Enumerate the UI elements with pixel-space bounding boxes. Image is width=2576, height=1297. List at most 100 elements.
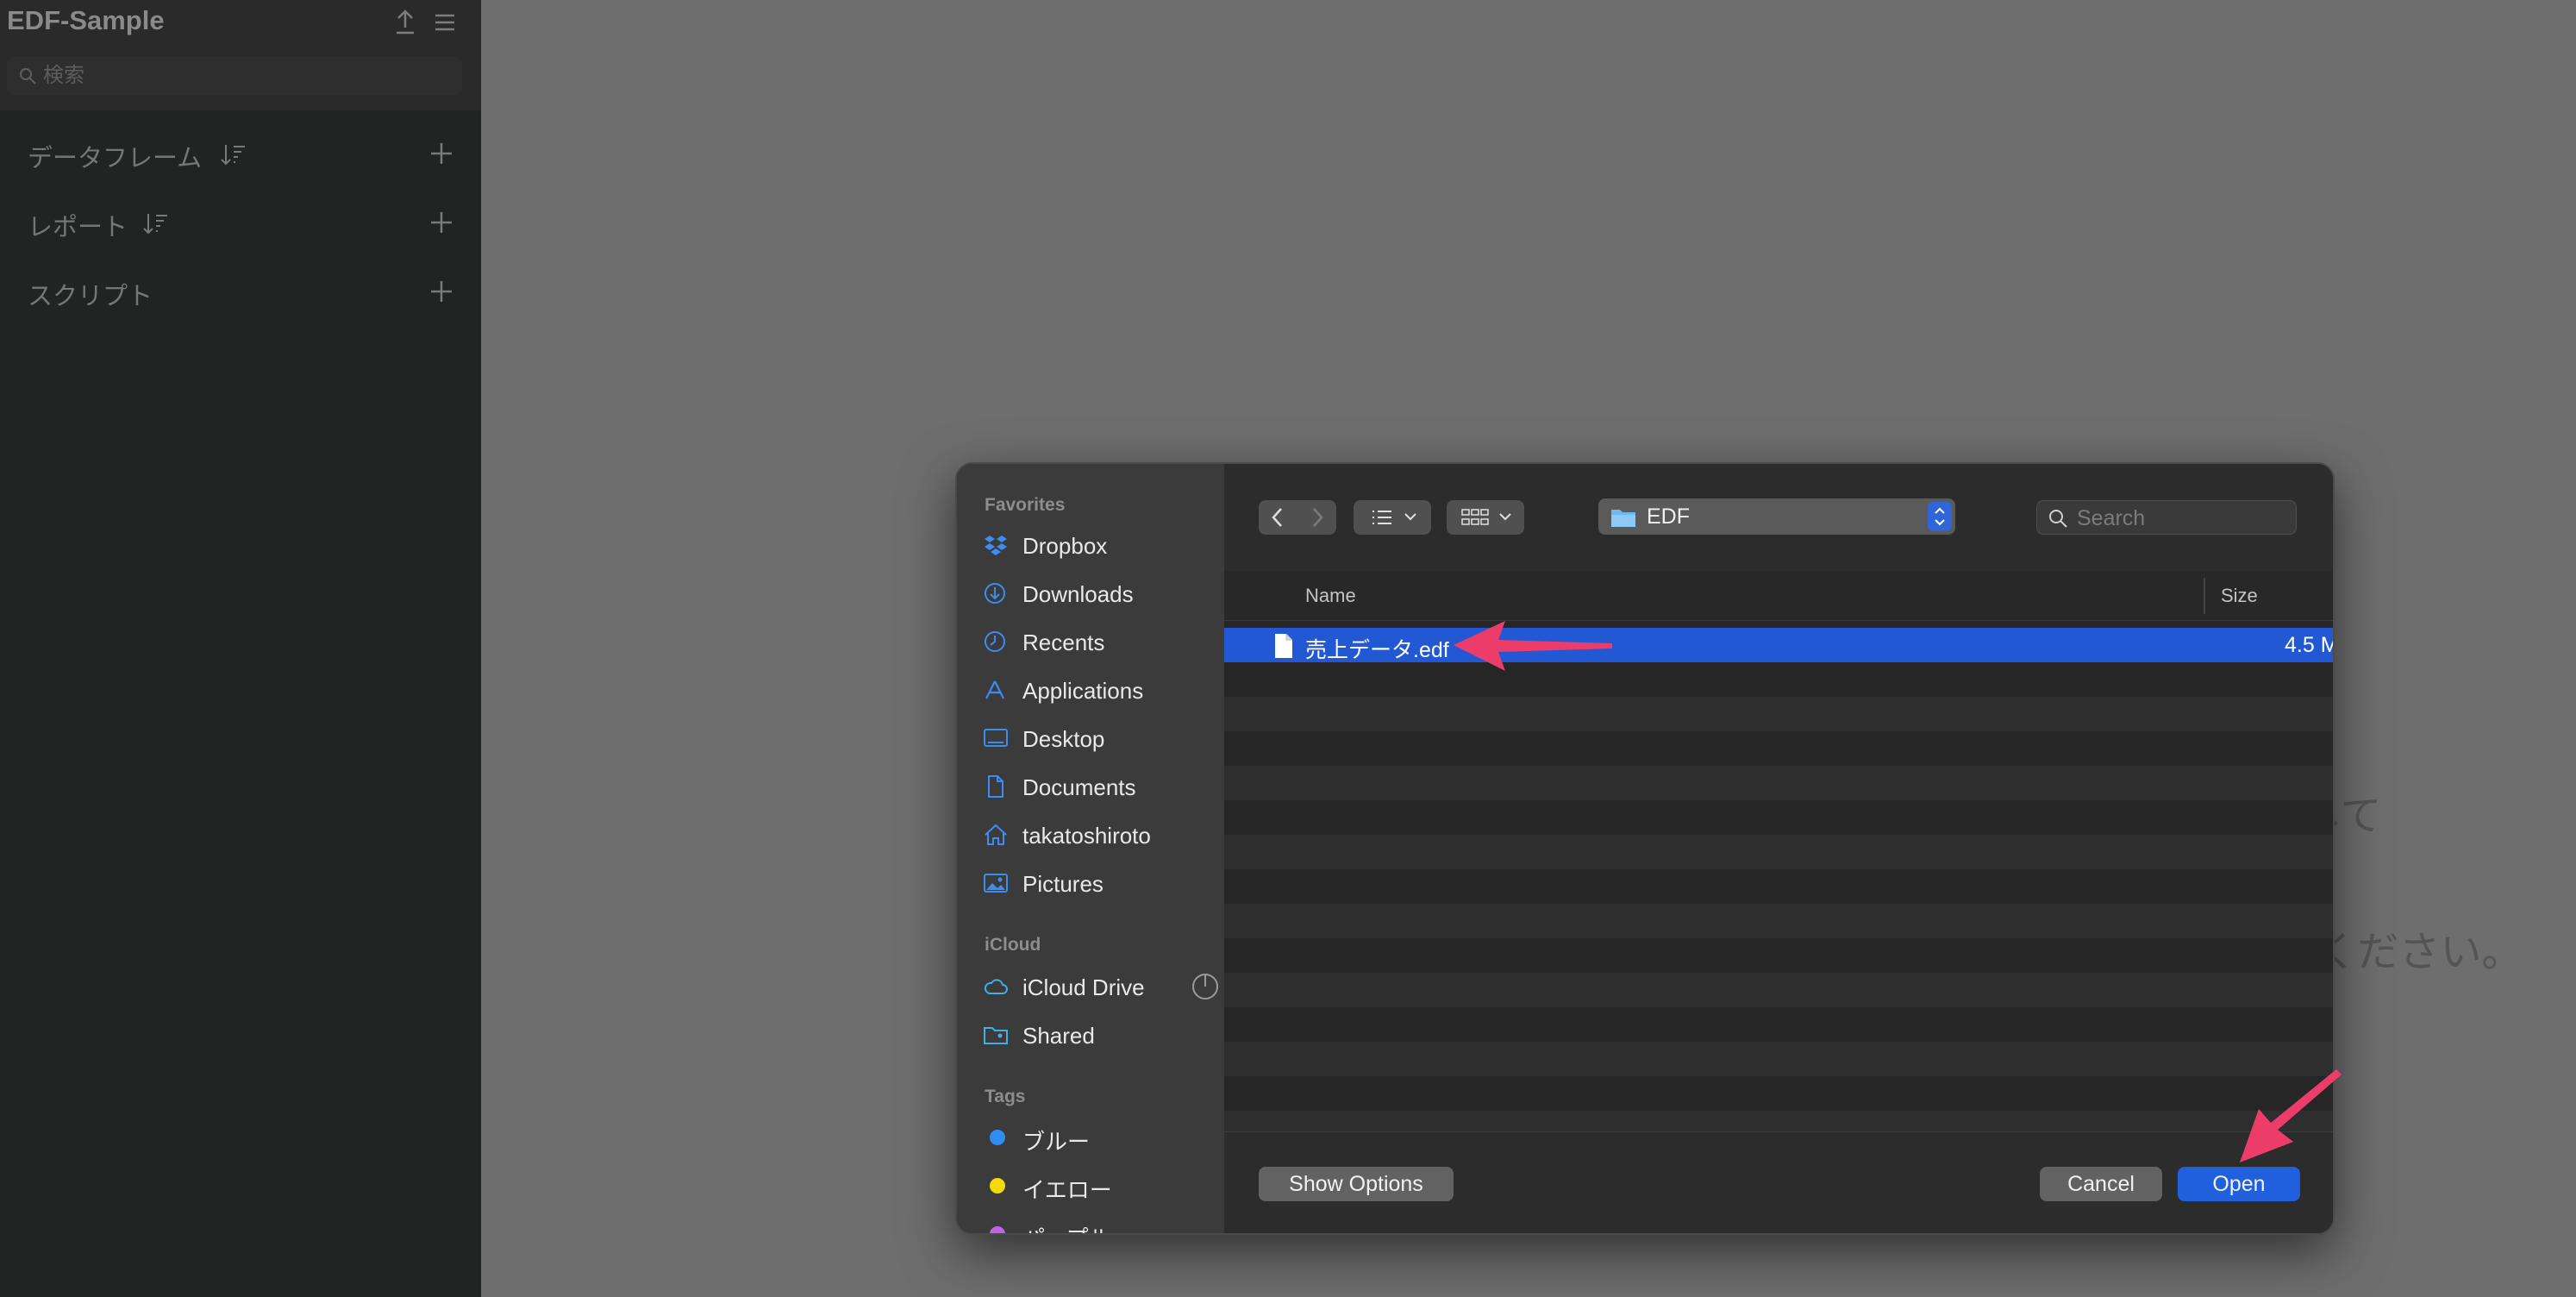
- tags-heading: Tags: [985, 1087, 1026, 1106]
- column-header: Name Size: [1224, 571, 2333, 621]
- list-view-icon: [1372, 511, 1416, 524]
- sidebar-item-label: Desktop: [1022, 726, 1105, 752]
- section-reports[interactable]: レポート: [0, 197, 481, 248]
- section-label: レポート: [28, 214, 128, 241]
- column-size-header[interactable]: Size: [2221, 585, 2258, 607]
- shared-folder-icon: [984, 1027, 1008, 1044]
- sidebar-item-label: Downloads: [1022, 581, 1134, 607]
- search-icon: [20, 68, 36, 85]
- sidebar-item-tag-purple[interactable]: パープル: [983, 1212, 1216, 1233]
- sidebar-item-label: iCloud Drive: [1022, 974, 1145, 1000]
- empty-row: [1224, 697, 2333, 731]
- sidebar-item-shared[interactable]: Shared: [983, 1014, 1216, 1054]
- dialog-search-input[interactable]: [2077, 505, 2284, 531]
- file-size: 4.5 M: [2285, 633, 2335, 657]
- dialog-search[interactable]: [2036, 500, 2297, 535]
- empty-row: [1224, 835, 2333, 869]
- section-scripts[interactable]: スクリプト: [0, 266, 481, 317]
- section-dataframes[interactable]: データフレーム: [0, 128, 481, 179]
- clock-icon: [985, 631, 1005, 652]
- add-report-icon[interactable]: [426, 207, 457, 238]
- list-view-button[interactable]: [1354, 500, 1431, 535]
- show-options-button[interactable]: Show Options: [1259, 1167, 1454, 1201]
- empty-row: [1224, 731, 2333, 766]
- sidebar-item-label: Recents: [1022, 630, 1105, 655]
- download-icon: [985, 583, 1005, 604]
- menu-icon[interactable]: [429, 7, 460, 38]
- sidebar-search-input[interactable]: [43, 61, 448, 91]
- open-button[interactable]: Open: [2178, 1167, 2300, 1201]
- empty-row: [1224, 1007, 2333, 1042]
- sidebar-item-recents[interactable]: Recents: [983, 621, 1216, 661]
- sidebar-item-downloads[interactable]: Downloads: [983, 573, 1216, 612]
- dropbox-icon: [985, 536, 1007, 555]
- sidebar-item-icloud-drive[interactable]: iCloud Drive: [983, 966, 1218, 1006]
- empty-row: [1224, 973, 2333, 1007]
- file-icon: [1275, 634, 1292, 658]
- sort-icon[interactable]: [219, 140, 248, 169]
- sidebar-search[interactable]: [7, 57, 462, 95]
- search-icon: [2049, 510, 2067, 528]
- sidebar-item-applications[interactable]: Applications: [983, 669, 1216, 709]
- file-row-selected[interactable]: 売上データ.edf 4.5 M: [1224, 628, 2335, 662]
- sidebar-item-home[interactable]: takatoshiroto: [983, 814, 1216, 854]
- forward-icon[interactable]: [1297, 500, 1336, 535]
- sidebar-item-tag-yellow[interactable]: イエロー: [983, 1164, 1216, 1204]
- tag-color-dot: [990, 1226, 1005, 1233]
- dialog-toolbar: EDF: [1224, 464, 2333, 571]
- location-stepper: [1928, 502, 1952, 531]
- sidebar-item-desktop[interactable]: Desktop: [983, 717, 1216, 757]
- nav-buttons: [1259, 500, 1336, 535]
- sync-progress-icon: [1192, 974, 1218, 999]
- app-title: EDF-Sample: [7, 5, 165, 35]
- empty-row: [1224, 1042, 2333, 1076]
- applications-icon: [985, 680, 1004, 699]
- grid-view-icon: [1461, 509, 1511, 525]
- sidebar-item-documents[interactable]: Documents: [983, 766, 1216, 805]
- back-icon[interactable]: [1259, 500, 1297, 535]
- favorites-heading: Favorites: [985, 495, 1066, 515]
- empty-row: [1224, 938, 2333, 973]
- sidebar-item-label: Shared: [1022, 1023, 1095, 1049]
- file-name: 売上データ.edf: [1305, 638, 1449, 662]
- column-separator[interactable]: [2204, 578, 2205, 614]
- empty-row: [1224, 904, 2333, 938]
- empty-row: [1224, 662, 2333, 697]
- app-sidebar: EDF-Sample データフレーム レポート: [0, 0, 481, 1297]
- sidebar-item-label: Applications: [1022, 678, 1144, 704]
- sort-icon[interactable]: [141, 209, 171, 238]
- cancel-button[interactable]: Cancel: [2040, 1167, 2162, 1201]
- empty-row: [1224, 1076, 2333, 1111]
- add-dataframe-icon[interactable]: [426, 138, 457, 169]
- column-name-header[interactable]: Name: [1305, 585, 1356, 607]
- sidebar-item-label: イエロー: [1022, 1177, 1112, 1203]
- folder-icon: [1611, 510, 1635, 527]
- location-label: EDF: [1647, 504, 1690, 529]
- tag-color-dot: [990, 1178, 1005, 1194]
- desktop-icon: [984, 729, 1008, 747]
- icloud-heading: iCloud: [985, 935, 1041, 955]
- empty-row: [1224, 800, 2333, 835]
- tag-color-dot: [990, 1130, 1005, 1145]
- empty-row: [1224, 766, 2333, 800]
- upload-icon[interactable]: [390, 7, 421, 38]
- open-file-dialog: Favorites Dropbox Downloads Recents Appl…: [955, 462, 2335, 1235]
- file-list: 売上データ.edf 4.5 M: [1224, 628, 2335, 1145]
- grid-view-button[interactable]: [1447, 500, 1524, 535]
- sidebar-item-label: takatoshiroto: [1022, 823, 1151, 849]
- sidebar-item-label: Dropbox: [1022, 533, 1108, 559]
- sidebar-item-tag-blue[interactable]: ブルー: [983, 1116, 1216, 1156]
- location-popup[interactable]: EDF: [1598, 498, 1955, 535]
- add-script-icon[interactable]: [426, 276, 457, 307]
- dialog-sidebar: Favorites Dropbox Downloads Recents Appl…: [957, 464, 1224, 1233]
- section-label: スクリプト: [28, 283, 153, 310]
- sidebar-item-pictures[interactable]: Pictures: [983, 862, 1216, 902]
- dialog-footer: Show Options Cancel Open: [1224, 1131, 2333, 1233]
- sidebar-item-dropbox[interactable]: Dropbox: [983, 524, 1216, 564]
- pictures-icon: [984, 874, 1008, 893]
- section-label: データフレーム: [28, 145, 203, 172]
- sidebar-item-label: ブルー: [1022, 1129, 1091, 1155]
- sidebar-item-label: Pictures: [1022, 871, 1104, 897]
- app-header: EDF-Sample: [0, 0, 481, 110]
- sidebar-item-label: Documents: [1022, 774, 1136, 800]
